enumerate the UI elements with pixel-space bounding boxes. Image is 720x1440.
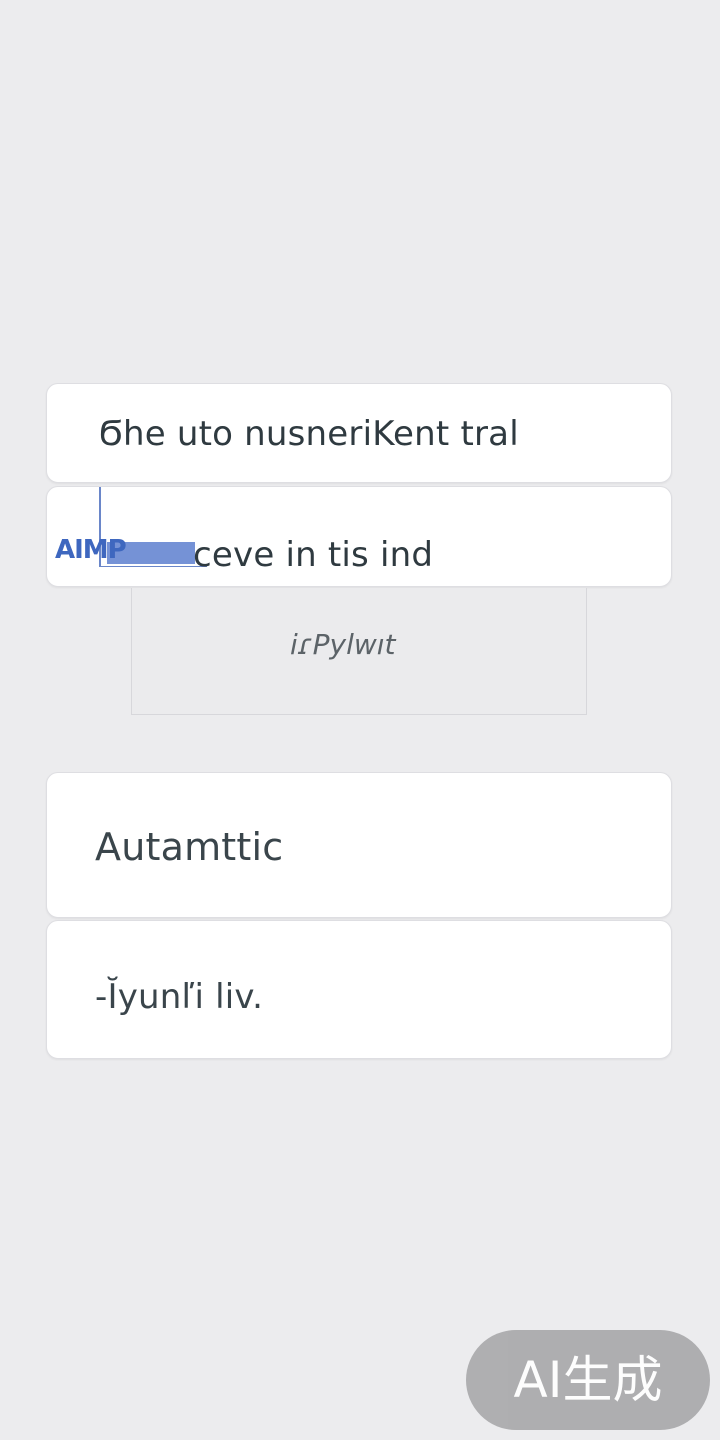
dropdown-panel[interactable]: iɾPylwıt: [131, 588, 587, 715]
option-card-1[interactable]: Ϭhe uto nusneriKent tral: [46, 383, 672, 483]
dropdown-label: iɾPylwıt: [290, 628, 396, 661]
setting-card-automatic[interactable]: Autamttic: [46, 772, 672, 918]
setting-label-2: -Ĭyunľi liv.: [95, 977, 264, 1017]
option-label-2: ceve in tis ind: [193, 535, 434, 575]
setting-label-1: Autamttic: [95, 825, 284, 869]
option-chip-label: AIMP: [55, 535, 127, 565]
option-label-1: Ϭhe uto nusneriKent tral: [99, 414, 519, 454]
ai-generated-watermark: AI生成: [466, 1330, 710, 1430]
option-card-2[interactable]: AIMP ceve in tis ind: [46, 486, 672, 587]
setting-card-2[interactable]: -Ĭyunľi liv.: [46, 920, 672, 1059]
